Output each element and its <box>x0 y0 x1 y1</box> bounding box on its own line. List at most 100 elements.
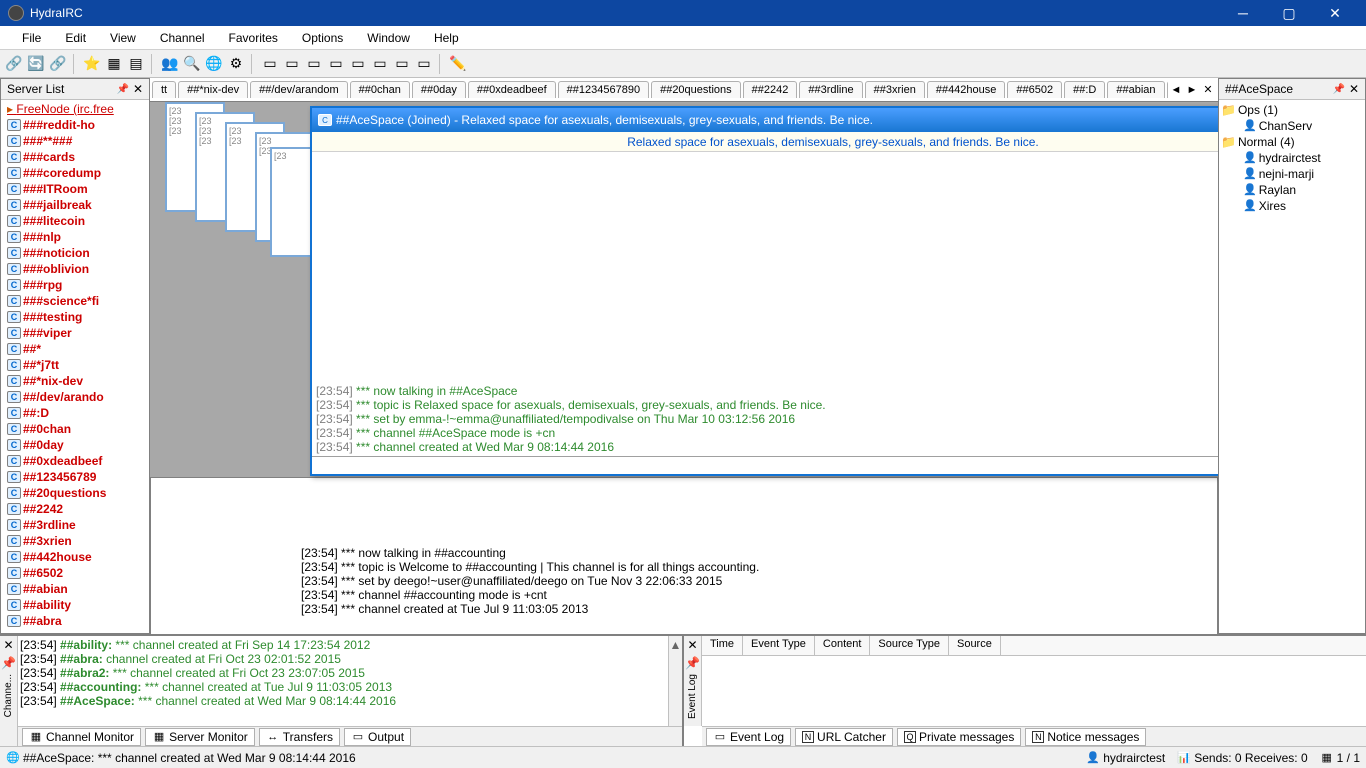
channel-tab[interactable]: ##6502 <box>1007 81 1062 98</box>
tab-output[interactable]: ▭Output <box>344 728 411 746</box>
channel-tree-item[interactable]: C##20questions <box>3 485 147 501</box>
toolbar-window3-icon[interactable]: ▭ <box>304 54 324 74</box>
menu-options[interactable]: Options <box>290 26 355 50</box>
channel-tree-item[interactable]: C##abian <box>3 581 147 597</box>
close-button[interactable]: ✕ <box>1312 0 1358 26</box>
channel-tree-item[interactable]: C###oblivion <box>3 261 147 277</box>
toolbar-window4-icon[interactable]: ▭ <box>326 54 346 74</box>
col-content[interactable]: Content <box>815 636 871 655</box>
maximize-button[interactable]: ▢ <box>1266 0 1312 26</box>
channel-tree-item[interactable]: C###jailbreak <box>3 197 147 213</box>
channel-tab[interactable]: ##:D <box>1064 81 1105 98</box>
channel-tab[interactable]: ##20questions <box>651 81 741 98</box>
toolbar-users-icon[interactable]: 👥 <box>160 54 180 74</box>
toolbar-window8-icon[interactable]: ▭ <box>414 54 434 74</box>
channel-tree-item[interactable]: C###noticion <box>3 245 147 261</box>
channel-tree-item[interactable]: C##123456789 <box>3 469 147 485</box>
toolbar-reconnect-icon[interactable]: 🔄 <box>26 54 46 74</box>
channel-tree-item[interactable]: C##2242 <box>3 501 147 517</box>
channel-tab[interactable]: tt <box>152 81 176 98</box>
message-area[interactable]: [23:54] *** now talking in ##AceSpace[23… <box>312 152 1218 456</box>
channel-tree-item[interactable]: C###nlp <box>3 229 147 245</box>
tab-private-messages[interactable]: QPrivate messages <box>897 728 1021 746</box>
channel-tree-item[interactable]: C##6502 <box>3 565 147 581</box>
pane-pin-icon[interactable]: 📌 <box>685 656 700 670</box>
channel-tab[interactable]: ##442house <box>927 81 1006 98</box>
tab-prev-icon[interactable]: ◄ <box>1168 84 1184 96</box>
tab-transfers[interactable]: ↔Transfers <box>259 728 340 746</box>
tab-notice-messages[interactable]: NNotice messages <box>1025 728 1146 746</box>
toolbar-edit-icon[interactable]: ✏️ <box>448 54 468 74</box>
channel-tree-item[interactable]: C##abra <box>3 613 147 629</box>
channel-tree-item[interactable]: C##3xrien <box>3 533 147 549</box>
minimize-button[interactable]: ─ <box>1220 0 1266 26</box>
channel-tab[interactable]: ##0day <box>412 81 466 98</box>
channel-tree-item[interactable]: C###ITRoom <box>3 181 147 197</box>
channel-tree-item[interactable]: C##0xdeadbeef <box>3 453 147 469</box>
channel-tree-item[interactable]: C###**### <box>3 133 147 149</box>
channel-tree-item[interactable]: C##442house <box>3 549 147 565</box>
channel-tab[interactable]: ##3rdline <box>799 81 862 98</box>
channel-tree-item[interactable]: C###viper <box>3 325 147 341</box>
toolbar-window2-icon[interactable]: ▭ <box>282 54 302 74</box>
channel-tree-item[interactable]: C##0day <box>3 437 147 453</box>
col-source[interactable]: Source <box>949 636 1001 655</box>
menu-view[interactable]: View <box>98 26 148 50</box>
toolbar-disconnect-icon[interactable]: 🔗 <box>48 54 68 74</box>
toolbar-list-icon[interactable]: ▤ <box>126 54 146 74</box>
right-user-list[interactable]: 📁Ops (1) 👤ChanServ 📁Normal (4) 👤hydrairc… <box>1219 100 1365 633</box>
toolbar-window5-icon[interactable]: ▭ <box>348 54 368 74</box>
channel-tree[interactable]: ▸ FreeNode (irc.free C###reddit-hoC###**… <box>1 100 149 633</box>
channel-tab[interactable]: ##2242 <box>743 81 798 98</box>
menu-help[interactable]: Help <box>422 26 471 50</box>
pane-pin-icon[interactable]: 📌 <box>1 656 16 670</box>
tab-url-catcher[interactable]: NURL Catcher <box>795 728 893 746</box>
channel-tab[interactable]: ##0xdeadbeef <box>468 81 556 98</box>
channel-tree-item[interactable]: C###reddit-ho <box>3 117 147 133</box>
toolbar-connect-icon[interactable]: 🔗 <box>4 54 24 74</box>
toolbar-window7-icon[interactable]: ▭ <box>392 54 412 74</box>
channel-tree-item[interactable]: C##ability <box>3 597 147 613</box>
tab-next-icon[interactable]: ► <box>1184 84 1200 96</box>
menu-window[interactable]: Window <box>355 26 422 50</box>
pin-icon[interactable]: 📌 <box>1332 84 1344 95</box>
menu-file[interactable]: File <box>10 26 53 50</box>
toolbar-window6-icon[interactable]: ▭ <box>370 54 390 74</box>
channel-tree-item[interactable]: C###rpg <box>3 277 147 293</box>
channel-tab[interactable]: ##3xrien <box>865 81 925 98</box>
channel-tree-item[interactable]: C###testing <box>3 309 147 325</box>
channel-tree-item[interactable]: C##0chan <box>3 421 147 437</box>
tab-close-icon[interactable]: ✕ <box>1200 83 1216 96</box>
close-pane-icon[interactable]: ✕ <box>1349 82 1359 96</box>
channel-tab[interactable]: ##*nix-dev <box>178 81 248 98</box>
toolbar-star-icon[interactable]: ⭐ <box>82 54 102 74</box>
channel-tab[interactable]: ##1234567890 <box>558 81 649 98</box>
pane-close-icon[interactable]: ✕ <box>687 638 697 652</box>
col-source-type[interactable]: Source Type <box>870 636 949 655</box>
message-input[interactable] <box>312 456 1218 474</box>
col-time[interactable]: Time <box>702 636 743 655</box>
col-event-type[interactable]: Event Type <box>743 636 815 655</box>
toolbar-window1-icon[interactable]: ▭ <box>260 54 280 74</box>
channel-tree-item[interactable]: C##*j7tt <box>3 357 147 373</box>
channel-tree-item[interactable]: C##:D <box>3 405 147 421</box>
child-window-titlebar[interactable]: C ##AceSpace (Joined) - Relaxed space fo… <box>312 108 1218 132</box>
channel-tab[interactable]: ##abian <box>1107 81 1164 98</box>
channel-tree-item[interactable]: C##*nix-dev <box>3 373 147 389</box>
channel-tree-item[interactable]: C###litecoin <box>3 213 147 229</box>
channel-tree-item[interactable]: C###cards <box>3 149 147 165</box>
channel-tab[interactable]: ##0chan <box>350 81 410 98</box>
channel-tree-item[interactable]: C##/dev/arando <box>3 389 147 405</box>
pane-close-icon[interactable]: ✕ <box>3 638 13 652</box>
tab-server-monitor[interactable]: ▦Server Monitor <box>145 728 255 746</box>
menu-channel[interactable]: Channel <box>148 26 217 50</box>
toolbar-globe-icon[interactable]: 🌐 <box>204 54 224 74</box>
menu-favorites[interactable]: Favorites <box>217 26 290 50</box>
channel-tree-item[interactable]: C###science*fi <box>3 293 147 309</box>
pin-icon[interactable]: 📌 <box>116 84 128 95</box>
menu-edit[interactable]: Edit <box>53 26 98 50</box>
bg-channel-window[interactable]: [23:54] *** now talking in ##accounting[… <box>150 477 1218 634</box>
tab-event-log[interactable]: ▭Event Log <box>706 728 791 746</box>
close-pane-icon[interactable]: ✕ <box>133 82 143 96</box>
tab-channel-monitor[interactable]: ▦Channel Monitor <box>22 728 141 746</box>
